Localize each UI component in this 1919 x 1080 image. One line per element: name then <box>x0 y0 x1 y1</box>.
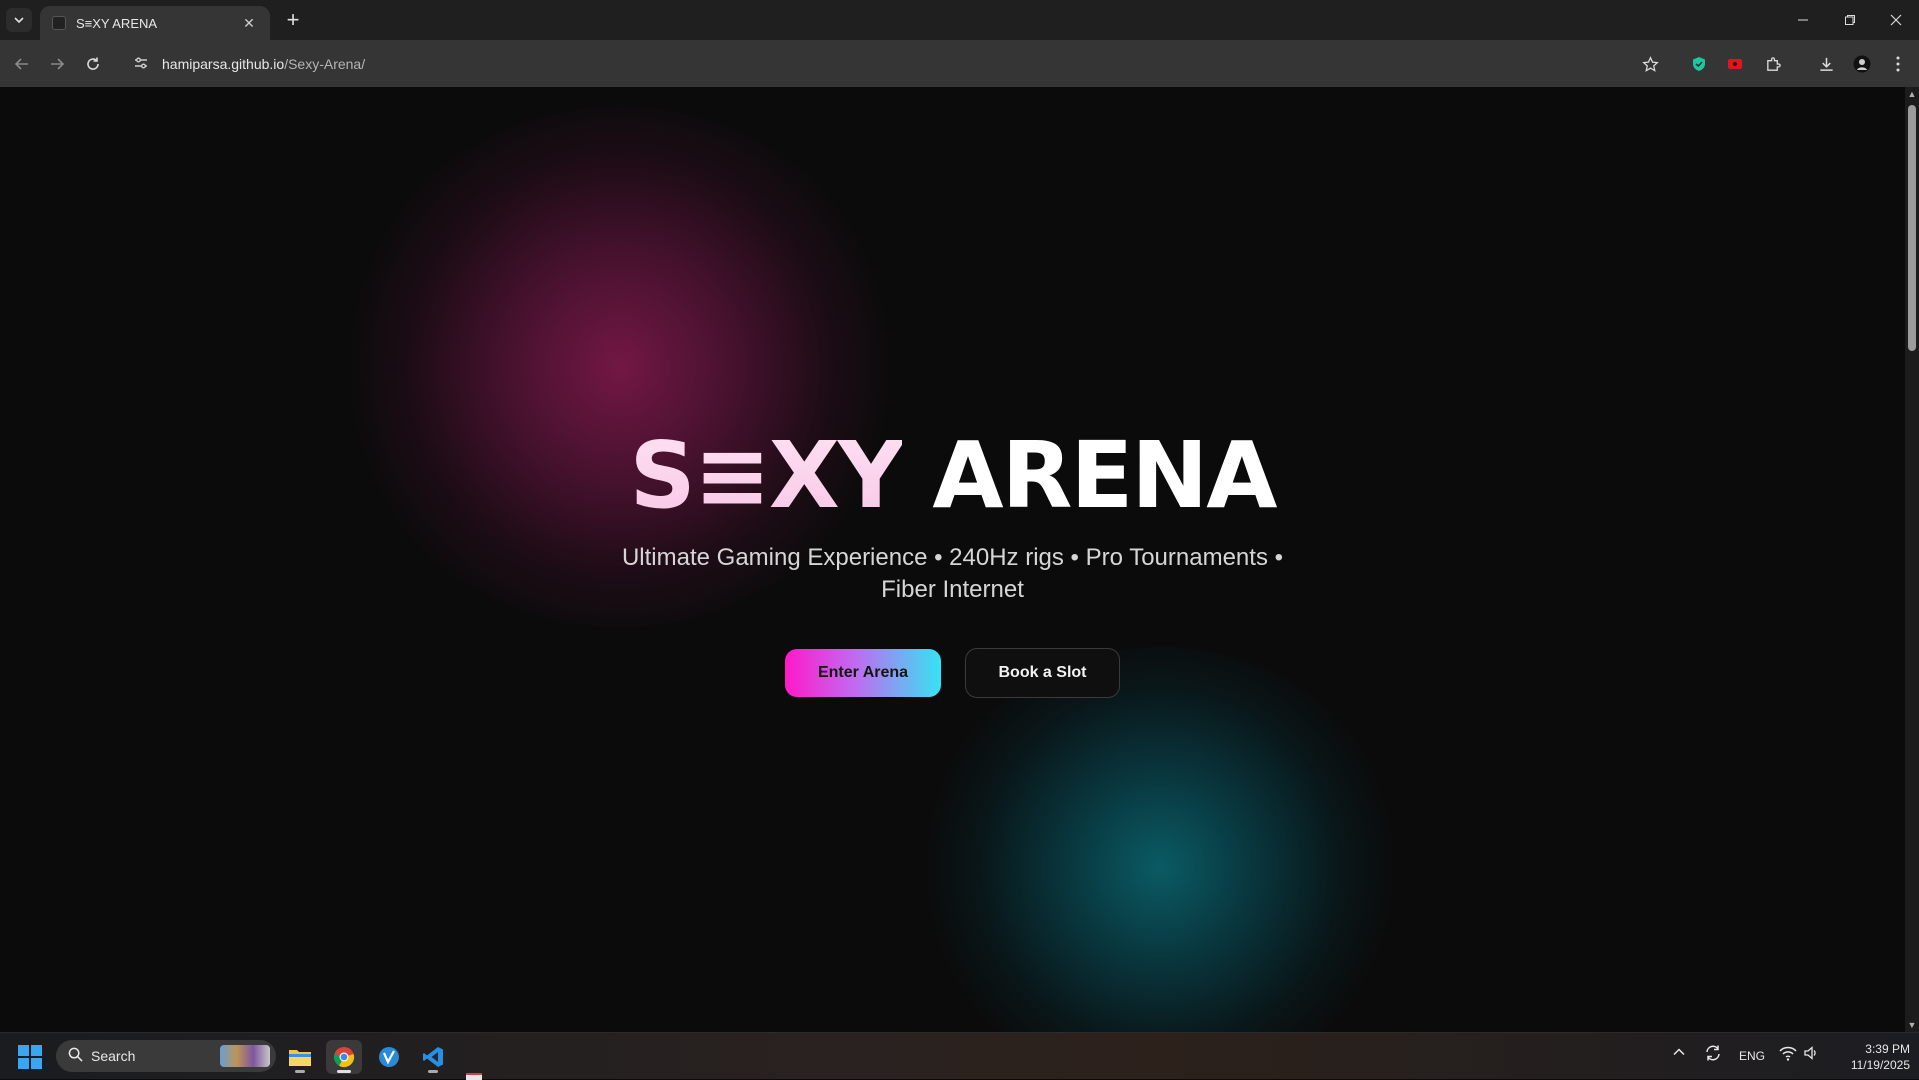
kebab-menu-icon <box>1896 56 1900 72</box>
download-icon <box>1819 57 1833 71</box>
book-slot-button[interactable]: Book a Slot <box>965 648 1120 698</box>
clock-date: 11/19/2025 <box>1850 1058 1910 1072</box>
profile-button[interactable] <box>1850 52 1874 76</box>
url-host: hamiparsa.github.io <box>162 56 285 72</box>
hero-title-brand: S≡XY <box>629 422 904 529</box>
tab-close-icon[interactable]: ✕ <box>240 15 258 32</box>
taskbar-file-explorer[interactable] <box>282 1040 318 1074</box>
forward-button[interactable] <box>44 51 70 77</box>
reload-button[interactable] <box>80 51 106 77</box>
hero-subtitle: Ultimate Gaming Experience • 240Hz rigs … <box>621 544 1284 603</box>
url-path: /Sexy-Arena/ <box>284 56 366 72</box>
extension-shield[interactable] <box>1687 52 1711 76</box>
windows-logo-icon <box>18 1045 29 1056</box>
reload-icon <box>87 57 99 70</box>
bookmark-button[interactable] <box>1638 52 1662 76</box>
windows-logo-tile <box>18 1058 29 1069</box>
hero-title-rest: ARENA <box>902 422 1277 529</box>
shield-icon <box>1693 57 1705 71</box>
windows-taskbar: Search ENG 3:39 PM 11/19/2025 <box>0 1032 1919 1080</box>
start-button[interactable] <box>18 1045 42 1069</box>
windows-logo-tile <box>31 1058 42 1069</box>
chrome-icon <box>333 1047 355 1068</box>
browser-tab-active[interactable]: S≡XY ARENA ✕ <box>40 6 270 40</box>
active-indicator <box>337 1070 351 1073</box>
extension-red[interactable] <box>1723 52 1747 76</box>
arrow-left-icon <box>14 58 28 70</box>
page-scrollbar[interactable]: ▲ ▼ <box>1905 87 1919 1032</box>
url-text: hamiparsa.github.io/Sexy-Arena/ <box>162 56 365 72</box>
taskbar-clock[interactable]: 3:39 PM 11/19/2025 <box>1830 1041 1910 1073</box>
clock-time: 3:39 PM <box>1865 1042 1910 1056</box>
sync-icon[interactable] <box>1704 1044 1722 1065</box>
browser-toolbar: hamiparsa.github.io/Sexy-Arena/ <box>0 40 1919 87</box>
hero-section: S≡XY ARENA Ultimate Gaming Experience • … <box>0 87 1905 1032</box>
star-icon <box>1641 55 1659 72</box>
wifi-icon[interactable] <box>1779 1045 1797 1064</box>
puzzle-icon <box>1766 56 1781 71</box>
taskbar-app-v[interactable] <box>371 1040 407 1074</box>
page-viewport: S≡XY ARENA Ultimate Gaming Experience • … <box>0 87 1905 1032</box>
extensions-button[interactable] <box>1761 52 1785 76</box>
video-icon <box>1728 59 1742 69</box>
windows-logo-tile <box>31 1045 42 1056</box>
folder-icon <box>289 1050 311 1066</box>
address-bar[interactable]: hamiparsa.github.io/Sexy-Arena/ <box>120 46 1660 82</box>
search-placeholder: Search <box>91 1048 136 1064</box>
language-indicator[interactable]: ENG <box>1739 1049 1765 1063</box>
close-window-button[interactable] <box>1873 0 1919 40</box>
v-app-icon <box>379 1047 399 1067</box>
browser-tab-strip: S≡XY ARENA ✕ + <box>0 0 1919 40</box>
search-icon <box>68 1047 83 1066</box>
site-favicon-icon <box>52 16 66 30</box>
search-highlight-image <box>220 1045 270 1067</box>
site-info-icon[interactable] <box>126 56 156 73</box>
minimize-button[interactable] <box>1780 0 1826 40</box>
enter-arena-button[interactable]: Enter Arena <box>785 649 941 697</box>
tune-icon <box>135 57 147 68</box>
restore-button[interactable] <box>1827 0 1873 40</box>
hero-title: S≡XY ARENA <box>0 422 1905 529</box>
running-indicator <box>428 1070 438 1073</box>
restore-icon <box>1845 15 1855 25</box>
volume-icon[interactable] <box>1803 1045 1819 1064</box>
new-tab-button[interactable]: + <box>280 8 306 34</box>
scrollbar-thumb[interactable] <box>1908 105 1916 351</box>
minimize-icon <box>1798 19 1808 21</box>
vscode-icon <box>423 1047 443 1067</box>
arrow-right-icon <box>51 58 65 70</box>
chevron-down-icon <box>14 17 24 24</box>
tray-overflow-icon[interactable] <box>1672 1045 1686 1062</box>
tab-search-button[interactable] <box>6 8 32 32</box>
menu-button[interactable] <box>1886 52 1910 76</box>
running-indicator <box>295 1070 305 1073</box>
close-icon <box>1890 14 1902 26</box>
taskbar-vscode[interactable] <box>415 1040 451 1074</box>
scroll-up-icon[interactable]: ▲ <box>1905 87 1919 101</box>
taskbar-chrome[interactable] <box>326 1040 362 1074</box>
taskbar-search[interactable]: Search <box>56 1040 276 1072</box>
back-button[interactable] <box>9 51 35 77</box>
downloads-button[interactable] <box>1814 52 1838 76</box>
avatar-icon <box>1853 55 1871 73</box>
scroll-down-icon[interactable]: ▼ <box>1905 1018 1919 1032</box>
tab-title: S≡XY ARENA <box>76 15 158 31</box>
